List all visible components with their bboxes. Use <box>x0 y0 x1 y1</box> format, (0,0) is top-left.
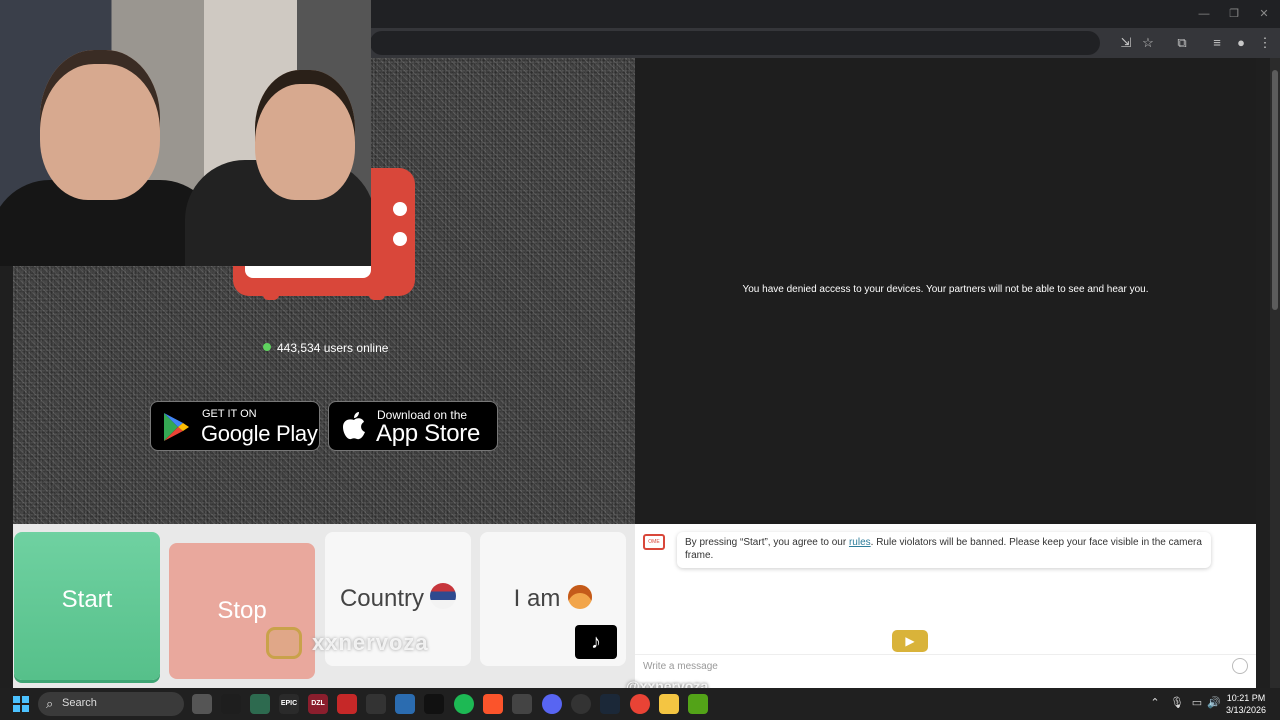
search-label: Search <box>62 697 97 709</box>
person-head <box>255 70 355 200</box>
system-message-pre: By pressing “Start”, you agree to our <box>685 537 849 548</box>
tray-overflow-icon[interactable]: ⌃ <box>1148 696 1162 710</box>
task-view-app[interactable] <box>192 694 212 714</box>
control-panel: Start Stop Country I am <box>13 524 635 688</box>
instagram-icon <box>266 627 302 659</box>
online-count: 443,534 users online <box>277 341 389 355</box>
page-scrollbar[interactable] <box>1270 58 1280 688</box>
notepad-app[interactable] <box>250 694 270 714</box>
message-input[interactable]: Write a message <box>635 654 1256 678</box>
logo-foot <box>369 292 385 300</box>
boy-face-icon <box>568 585 593 609</box>
profile-avatar-icon[interactable]: ● <box>1232 34 1250 52</box>
tab-search-icon[interactable]: ≡ <box>1208 34 1226 52</box>
clock-date: 3/13/2026 <box>1225 705 1267 715</box>
ea-app[interactable] <box>366 694 386 714</box>
clock-time: 10:21 PM <box>1226 693 1266 703</box>
online-counter: 443,534 users online <box>263 341 388 355</box>
file-explorer-app[interactable] <box>659 694 679 714</box>
google-play-icon <box>164 413 189 441</box>
minimize-button[interactable]: — <box>1196 6 1212 22</box>
lightning-app[interactable] <box>337 694 357 714</box>
person-head <box>40 50 160 200</box>
device-denied-message: You have denied access to your devices. … <box>742 284 1149 295</box>
discord-app[interactable] <box>542 694 562 714</box>
app-store-big-text: App Store <box>376 420 481 447</box>
volume-icon[interactable]: 🔊 <box>1207 696 1221 710</box>
window-app[interactable] <box>395 694 415 714</box>
bookmark-star-icon[interactable]: ☆ <box>1139 34 1157 52</box>
google-play-small-text: GET IT ON <box>202 408 257 420</box>
country-label: Country <box>339 585 425 612</box>
search-icon: ⌕ <box>46 696 54 711</box>
brave-app[interactable] <box>483 694 503 714</box>
network-icon[interactable]: ▭ <box>1190 696 1204 710</box>
apple-icon <box>343 412 365 440</box>
google-play-big-text: Google Play <box>201 421 318 446</box>
scrollbar-thumb[interactable] <box>1272 70 1278 310</box>
ometv-chat-icon: OME <box>643 534 665 550</box>
spotify-app[interactable] <box>454 694 474 714</box>
message-placeholder: Write a message <box>643 661 718 672</box>
chat-panel: OME By pressing “Start”, you agree to ou… <box>635 524 1256 688</box>
address-bar[interactable] <box>370 31 1100 55</box>
close-button[interactable]: ✕ <box>1256 6 1272 22</box>
youtube-icon: ▶ <box>892 630 928 652</box>
system-message: By pressing “Start”, you agree to our ru… <box>677 532 1211 568</box>
capcut-app[interactable] <box>512 694 532 714</box>
windows-start-icon[interactable] <box>13 696 29 712</box>
restore-button[interactable]: ❐ <box>1226 6 1242 22</box>
logo-foot <box>263 292 279 300</box>
taskbar-search[interactable]: ⌕ Search <box>38 692 184 716</box>
extensions-icon[interactable]: ⧉ <box>1173 34 1191 52</box>
obs-app[interactable] <box>571 694 591 714</box>
instagram-handle: xxnervoza <box>312 630 429 655</box>
streaming-app[interactable] <box>688 694 708 714</box>
iam-label: I am <box>513 585 561 612</box>
emoji-icon[interactable] <box>1232 658 1248 674</box>
chrome-app[interactable] <box>630 694 650 714</box>
start-button[interactable]: Start <box>14 532 160 680</box>
logo-knob <box>393 232 407 246</box>
mail-app[interactable] <box>424 694 444 714</box>
epic-games-app[interactable]: EPIC <box>279 694 299 714</box>
tiktok-icon: ♪ <box>575 625 617 659</box>
microphone-icon[interactable]: 🎙 <box>1170 696 1184 710</box>
app-store-button[interactable]: Download on the App Store <box>328 401 498 451</box>
serbia-flag-icon <box>430 583 457 609</box>
menu-kebab-icon[interactable]: ⋮ <box>1256 34 1274 52</box>
install-icon[interactable]: ⇲ <box>1117 34 1135 52</box>
dzl-app[interactable]: DZL <box>308 694 328 714</box>
google-play-button[interactable]: GET IT ON Google Play <box>150 401 320 451</box>
logo-knob <box>393 202 407 216</box>
taskbar-clock[interactable]: 10:21 PM 3/13/2026 <box>1224 692 1268 716</box>
windows-taskbar: ⌕ Search EPIC DZL ⌃ 🎙 ▭ 🔊 10:21 PM 3/13/… <box>0 688 1280 720</box>
partner-video-panel: You have denied access to your devices. … <box>635 58 1256 524</box>
rules-link[interactable]: rules <box>849 537 871 548</box>
online-status-icon <box>263 343 271 351</box>
steam-app[interactable] <box>600 694 620 714</box>
streamer-webcam-overlay <box>0 0 371 266</box>
terminal-app[interactable] <box>221 694 241 714</box>
